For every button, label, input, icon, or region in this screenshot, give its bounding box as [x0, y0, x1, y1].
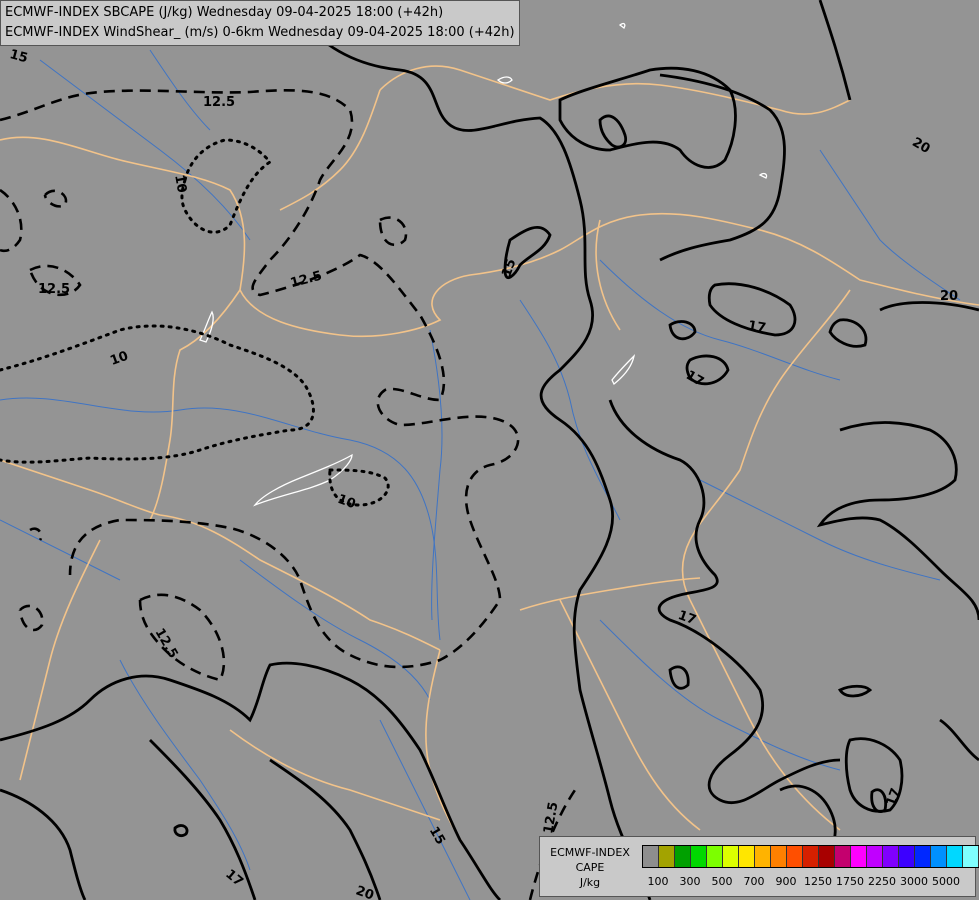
contour-label: 17	[747, 318, 767, 336]
legend-swatch	[643, 846, 659, 867]
legend-tick-label: 1750	[836, 875, 864, 888]
legend-tick-label: 2250	[868, 875, 896, 888]
legend-swatch	[883, 846, 899, 867]
map-title-windshear: ECMWF-INDEX WindShear_ (m/s) 0-6km Wedne…	[5, 25, 515, 40]
legend-title-line: J/kg	[579, 876, 601, 889]
legend-swatch	[771, 846, 787, 867]
legend-swatch	[675, 846, 691, 867]
legend-swatch	[755, 846, 771, 867]
legend-swatch	[819, 846, 835, 867]
legend-swatch	[867, 846, 883, 867]
legend-tick-label: 100	[647, 875, 669, 888]
legend-color-bar	[642, 845, 979, 868]
legend-tick-label: 700	[743, 875, 765, 888]
legend-swatch	[899, 846, 915, 867]
legend-swatch	[739, 846, 755, 867]
legend-swatch	[659, 846, 675, 867]
legend-tick-label: 1250	[804, 875, 832, 888]
contour-label: 12.5	[203, 95, 235, 110]
legend-swatch	[931, 846, 947, 867]
legend-tick-label: 5000	[932, 875, 960, 888]
legend-swatch	[915, 846, 931, 867]
weather-map: 15 12.5 10 12.5 12.5 10 10 15 17 17 20 2…	[0, 0, 979, 900]
legend-title-line: ECMWF-INDEX	[550, 846, 630, 859]
legend-tick-label: 300	[679, 875, 701, 888]
legend-swatch	[787, 846, 803, 867]
legend-title: ECMWF-INDEX CAPE J/kg	[544, 845, 636, 890]
contour-label: 10	[171, 174, 189, 194]
legend-tick-label: 500	[711, 875, 733, 888]
legend-ticks: 100 300 500 700 900 1250 1750 2250 3000 5000	[642, 875, 972, 889]
legend-swatch	[723, 846, 739, 867]
cape-legend: ECMWF-INDEX CAPE J/kg 100 300 500 700 900 125…	[539, 836, 979, 897]
contour-label: 20	[940, 289, 958, 304]
legend-title-line: CAPE	[575, 861, 605, 874]
map-title-cape: ECMWF-INDEX SBCAPE (J/kg) Wednesday 09-0…	[5, 5, 444, 20]
legend-swatch	[851, 846, 867, 867]
legend-swatch	[707, 846, 723, 867]
legend-swatch	[963, 846, 979, 867]
contour-label: 12.5	[38, 282, 70, 297]
legend-swatch	[691, 846, 707, 867]
legend-tick-label: 3000	[900, 875, 928, 888]
legend-swatch	[803, 846, 819, 867]
legend-swatch	[947, 846, 963, 867]
legend-tick-label: 900	[775, 875, 797, 888]
legend-swatch	[835, 846, 851, 867]
map-title-box: ECMWF-INDEX SBCAPE (J/kg) Wednesday 09-0…	[0, 0, 520, 46]
